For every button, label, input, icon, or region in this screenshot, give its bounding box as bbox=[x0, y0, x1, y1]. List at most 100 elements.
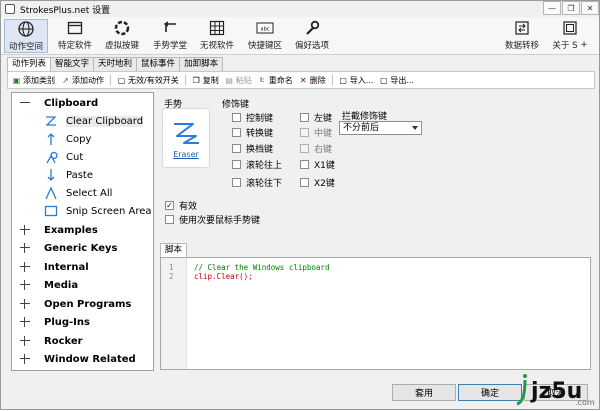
enabled-checkbox[interactable]: ✓ 有效 bbox=[165, 199, 197, 212]
ribbon-label: 无视软件 bbox=[199, 41, 234, 51]
ribbon-hotkeys[interactable]: abc 快捷键区 bbox=[244, 19, 286, 53]
tree-item-select-all[interactable]: Select All bbox=[44, 184, 112, 202]
add-action-icon: ↗ bbox=[62, 75, 69, 85]
caret-gesture-icon bbox=[44, 186, 58, 200]
tree-group-generic-keys[interactable]: Generic Keys bbox=[12, 239, 118, 257]
tree-group-open-programs[interactable]: Open Programs bbox=[12, 295, 131, 313]
modifier-ctrl-checkbox[interactable]: 控制键 bbox=[232, 111, 273, 124]
tree-group-plug-ins[interactable]: Plug-Ins bbox=[12, 313, 90, 331]
ribbon-about-label: 关于 S + bbox=[552, 39, 587, 51]
checkbox-label: 中键 bbox=[314, 129, 333, 139]
ribbon-virtual-keys[interactable]: 虚拟按键 bbox=[101, 19, 143, 53]
modifier-wheel-up-checkbox[interactable]: 滚轮往上 bbox=[232, 158, 282, 171]
expand-icon[interactable] bbox=[20, 299, 30, 309]
expand-icon[interactable] bbox=[20, 262, 30, 272]
ribbon-label: 手势学堂 bbox=[152, 41, 187, 51]
modifier-x2-checkbox[interactable]: X2键 bbox=[300, 176, 335, 189]
checkbox-box bbox=[232, 128, 241, 137]
checkbox-box bbox=[300, 160, 309, 169]
gesture-preview[interactable]: Eraser bbox=[162, 108, 210, 168]
add-category-icon: ▣ bbox=[12, 75, 21, 85]
tree-item-clear-clipboard[interactable]: Clear Clipboard bbox=[44, 112, 144, 130]
checkbox-box bbox=[232, 113, 241, 122]
tab-conditions[interactable]: 天时地利 bbox=[93, 57, 138, 71]
zigzag-gesture-icon bbox=[44, 114, 58, 128]
expand-icon[interactable] bbox=[20, 225, 30, 235]
modifier-wheel-down-checkbox[interactable]: 滚轮往下 bbox=[232, 176, 282, 189]
action-tree[interactable]: Clipboard Clear Clipboard Copy Cut Paste… bbox=[11, 92, 154, 371]
gesture-name-link[interactable]: Eraser bbox=[173, 150, 199, 159]
ribbon-about[interactable]: 关于 S + bbox=[547, 19, 593, 53]
tree-group-media[interactable]: Media bbox=[12, 276, 78, 294]
ribbon-specific-apps[interactable]: 特定软件 bbox=[54, 19, 96, 53]
toggle-enabled-button[interactable]: ▢ 无效/有效开关 bbox=[117, 75, 179, 86]
modifier-right-button-checkbox[interactable]: 右键 bbox=[300, 142, 332, 155]
tree-group-examples[interactable]: Examples bbox=[12, 221, 98, 239]
tab-load-scripts[interactable]: 加卸脚本 bbox=[179, 57, 224, 71]
tab-mouse-events[interactable]: 鼠标事件 bbox=[136, 57, 181, 71]
tree-item-paste[interactable]: Paste bbox=[44, 166, 93, 184]
add-category-button[interactable]: ▣ 添加类别 bbox=[12, 75, 55, 86]
tree-item-copy[interactable]: Copy bbox=[44, 130, 91, 148]
tree-group-internal[interactable]: Internal bbox=[12, 258, 89, 276]
expand-icon[interactable] bbox=[20, 336, 30, 346]
toolbar-separator bbox=[331, 74, 333, 86]
checkbox-box bbox=[232, 178, 241, 187]
globe-icon bbox=[16, 20, 36, 38]
window-controls: — ❐ ✕ bbox=[542, 1, 599, 15]
modifier-x1-checkbox[interactable]: X1键 bbox=[300, 158, 335, 171]
script-editor[interactable]: 1 2 // Clear the Windows clipboard clip.… bbox=[160, 257, 591, 370]
import-button[interactable]: ▢ 导入... bbox=[339, 75, 373, 86]
ribbon-data-transfer[interactable]: 数据转移 bbox=[501, 19, 543, 53]
apply-button[interactable]: 套用 bbox=[392, 384, 456, 401]
minimize-icon[interactable]: — bbox=[543, 1, 561, 15]
ribbon-preferences[interactable]: 偏好选项 bbox=[291, 19, 333, 53]
close-icon[interactable]: ✕ bbox=[581, 1, 599, 15]
eraser-gesture-icon bbox=[174, 123, 199, 144]
collapse-icon[interactable] bbox=[20, 98, 30, 108]
modifier-alt-checkbox[interactable]: 转换键 bbox=[232, 126, 273, 139]
checkbox-label: 有效 bbox=[179, 202, 198, 212]
paste-icon: ▤ bbox=[225, 75, 233, 85]
ribbon-action-space[interactable]: 动作空间 bbox=[4, 19, 48, 53]
code-line: clip.Clear(); bbox=[194, 272, 253, 281]
expand-icon[interactable] bbox=[20, 354, 30, 364]
secondary-button-checkbox[interactable]: 使用次要鼠标手势键 bbox=[165, 213, 260, 226]
ribbon-label: 动作空间 bbox=[8, 42, 43, 52]
ribbon-gesture-school[interactable]: 手势学堂 bbox=[149, 19, 191, 53]
tree-item-snip-screen-area[interactable]: Snip Screen Area bbox=[44, 202, 152, 220]
checkbox-label: X1键 bbox=[314, 161, 335, 171]
toolbar-label: 删除 bbox=[309, 75, 326, 85]
checkbox-box bbox=[232, 160, 241, 169]
expand-icon[interactable] bbox=[20, 317, 30, 327]
checkbox-box bbox=[232, 144, 241, 153]
rename-button[interactable]: I: 重命名 bbox=[258, 75, 293, 86]
ribbon-ignore-apps[interactable]: 无视软件 bbox=[196, 19, 238, 53]
tree-group-label: Generic Keys bbox=[44, 242, 118, 254]
delete-button[interactable]: ✕ 删除 bbox=[299, 75, 326, 86]
tab-action-list[interactable]: 动作列表 bbox=[7, 57, 52, 72]
toolbar-label: 添加动作 bbox=[72, 75, 104, 85]
tab-smart-text[interactable]: 智能文字 bbox=[50, 57, 95, 71]
copy-button[interactable]: ❐ 复制 bbox=[192, 75, 219, 86]
gesture-arrow-icon bbox=[160, 19, 180, 37]
restore-icon[interactable]: ❐ bbox=[562, 1, 580, 15]
modifiers-label: 修饰键 bbox=[222, 100, 250, 110]
paste-button[interactable]: ▤ 粘贴 bbox=[225, 75, 251, 86]
loop-gesture-icon bbox=[44, 150, 58, 164]
expand-icon[interactable] bbox=[20, 280, 30, 290]
ribbon-label: 数据转移 bbox=[504, 41, 539, 51]
modifier-left-button-checkbox[interactable]: 左键 bbox=[300, 111, 332, 124]
modifier-shift-checkbox[interactable]: 换档键 bbox=[232, 142, 273, 155]
tree-group-window-related[interactable]: Window Related bbox=[12, 350, 136, 368]
tree-group-clipboard[interactable]: Clipboard bbox=[12, 94, 98, 112]
add-action-button[interactable]: ↗ 添加动作 bbox=[61, 75, 104, 86]
intercept-select[interactable]: 不分前后 bbox=[339, 121, 422, 135]
tree-item-label: Cut bbox=[66, 151, 84, 163]
expand-icon[interactable] bbox=[20, 243, 30, 253]
tree-group-rocker[interactable]: Rocker bbox=[12, 332, 83, 350]
tree-item-cut[interactable]: Cut bbox=[44, 148, 83, 166]
modifier-middle-button-checkbox[interactable]: 中键 bbox=[300, 126, 332, 139]
tab-script[interactable]: 脚本 bbox=[160, 243, 188, 257]
export-button[interactable]: ▢ 导出... bbox=[379, 75, 414, 86]
